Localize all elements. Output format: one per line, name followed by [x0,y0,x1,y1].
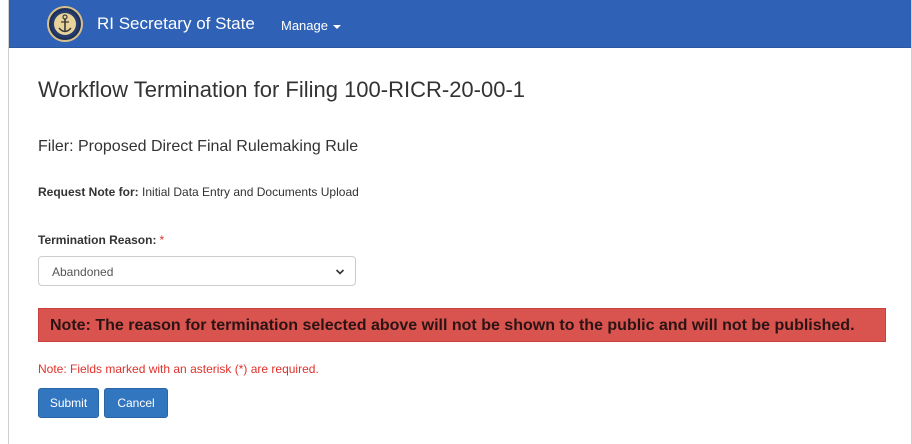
manage-label: Manage [281,18,328,33]
manage-menu[interactable]: Manage [281,18,341,33]
filer-heading: Filer: Proposed Direct Final Rulemaking … [38,138,359,155]
chevron-down-icon [335,269,345,275]
request-note: Request Note for: Initial Data Entry and… [38,185,359,199]
request-note-label: Request Note for: [38,185,139,199]
request-note-value: Initial Data Entry and Documents Upload [142,185,359,199]
termination-reason-value: Abandoned [52,265,114,279]
brand-link[interactable]: RI Secretary of State [97,14,255,34]
page-title: Workflow Termination for Filing 100-RICR… [38,77,526,102]
termination-reason-label-text: Termination Reason: [38,233,157,247]
state-seal-logo[interactable] [47,6,83,42]
anchor-icon [51,10,79,38]
termination-reason-select[interactable]: Abandoned [38,256,356,286]
alert-text: Note: The reason for termination selecte… [50,317,855,334]
caret-down-icon [332,24,341,29]
page-frame [8,0,912,444]
top-navbar: RI Secretary of State Manage [9,0,911,48]
required-asterisk: * [159,233,165,247]
required-fields-note: Note: Fields marked with an asterisk (*)… [38,362,319,376]
termination-reason-label: Termination Reason: * [38,233,164,247]
submit-button[interactable]: Submit [38,388,99,418]
cancel-button[interactable]: Cancel [104,388,168,418]
termination-warning-alert: Note: The reason for termination selecte… [38,308,886,342]
